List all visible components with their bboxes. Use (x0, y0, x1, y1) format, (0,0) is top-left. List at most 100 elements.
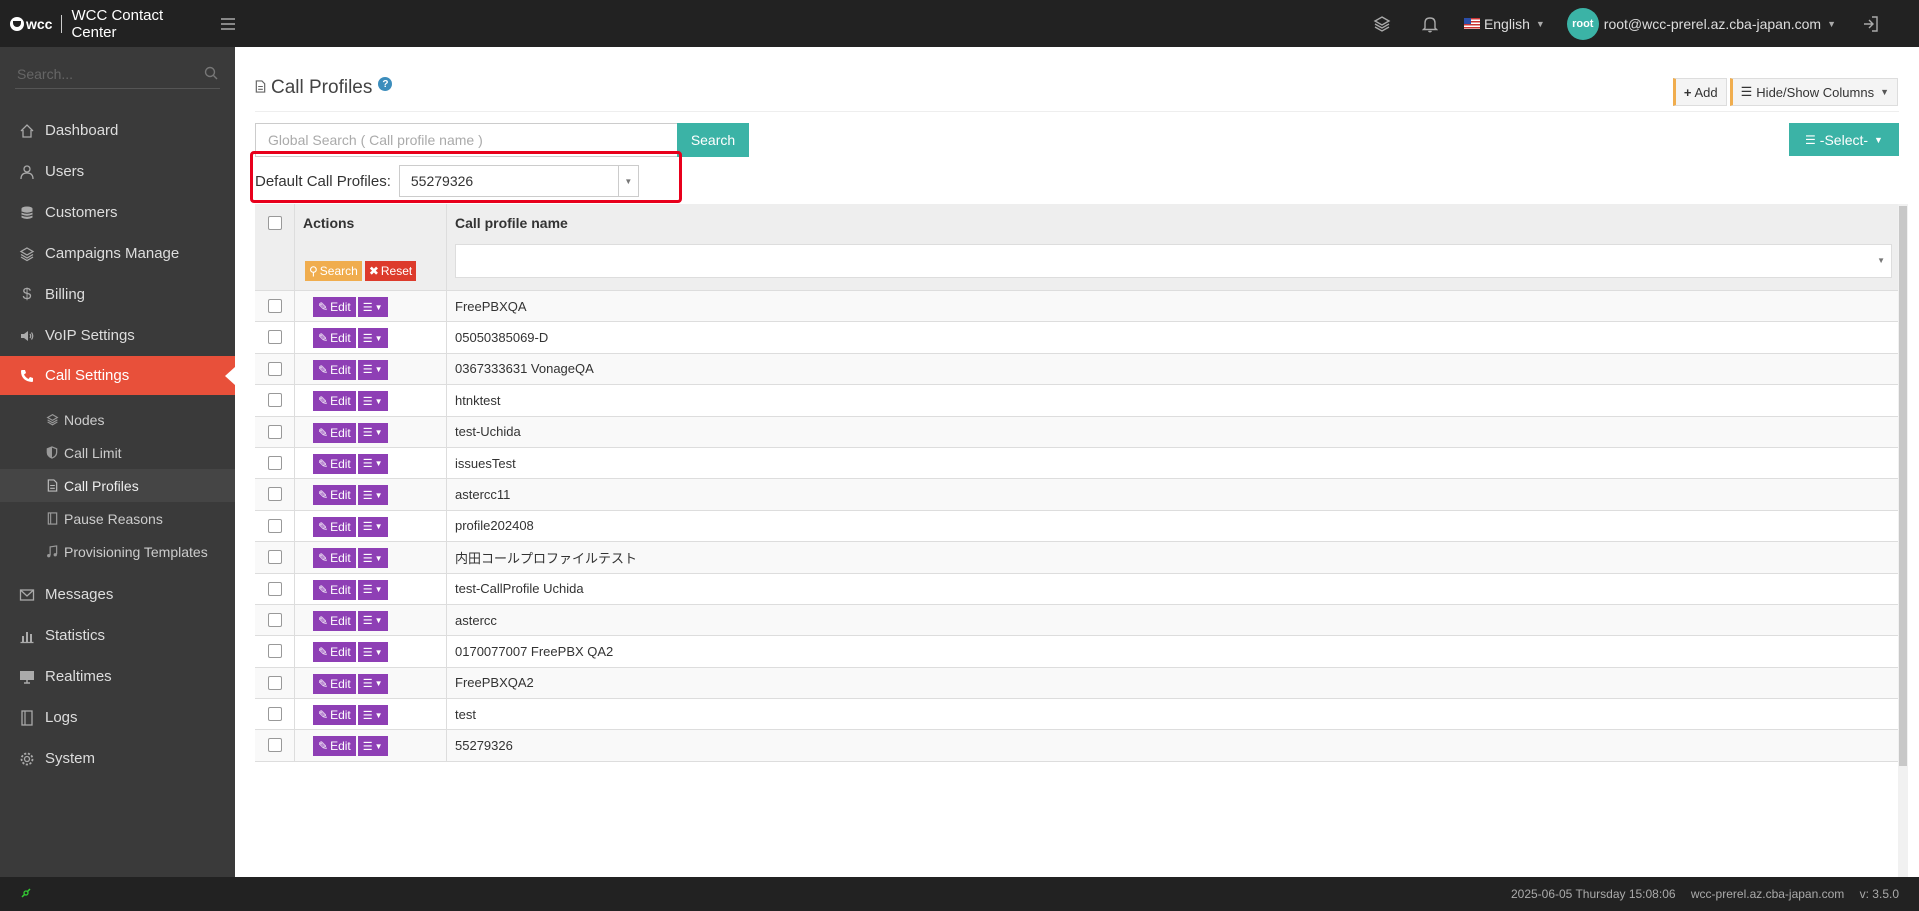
more-actions-button[interactable]: ☰ ▼ (357, 453, 388, 474)
scrollbar-thumb[interactable] (1899, 206, 1907, 766)
edit-button[interactable]: ✎ Edit (313, 610, 356, 631)
edit-button[interactable]: ✎ Edit (313, 328, 356, 349)
sidebar-subitem-call-profiles[interactable]: Call Profiles (0, 469, 235, 502)
sidebar-search (15, 59, 220, 89)
sidebar-item-customers[interactable]: Customers (0, 192, 235, 233)
add-button[interactable]: + Add (1672, 78, 1727, 106)
search-icon[interactable] (204, 66, 218, 83)
sidebar-item-voip-settings[interactable]: VoIP Settings (0, 315, 235, 356)
sidebar-item-statistics[interactable]: Statistics (0, 615, 235, 656)
sidebar-subitem-pause-reasons[interactable]: Pause Reasons (0, 502, 235, 535)
logout-icon[interactable] (1856, 9, 1886, 39)
database-icon (18, 204, 36, 222)
more-actions-button[interactable]: ☰ ▼ (357, 422, 388, 443)
edit-label: Edit (330, 331, 351, 346)
row-checkbox[interactable] (268, 455, 282, 470)
sidebar-item-campaigns-manage[interactable]: Campaigns Manage (0, 233, 235, 274)
default-call-profiles-select[interactable]: 55279326 ▼ (398, 165, 639, 197)
filter-reset-button[interactable]: ✖ Reset (364, 261, 417, 281)
more-actions-button[interactable]: ☰ ▼ (357, 736, 388, 757)
row-checkbox[interactable] (268, 738, 282, 753)
row-checkbox[interactable] (268, 487, 282, 502)
more-actions-button[interactable]: ☰ ▼ (357, 328, 388, 349)
table-row: ✎ Edit ☰ ▼ test (255, 699, 1898, 731)
edit-button[interactable]: ✎ Edit (313, 485, 356, 506)
language-selector[interactable]: English ▼ (1463, 16, 1545, 32)
row-checkbox[interactable] (268, 581, 282, 596)
menu-toggle-icon[interactable] (221, 17, 235, 30)
chevron-down-icon: ▼ (374, 333, 383, 343)
edit-button[interactable]: ✎ Edit (313, 359, 356, 380)
help-icon[interactable]: ? (378, 77, 393, 91)
edit-button[interactable]: ✎ Edit (313, 673, 356, 694)
sidebar-item-logs[interactable]: Logs (0, 697, 235, 738)
row-checkbox[interactable] (268, 330, 282, 345)
edit-button[interactable]: ✎ Edit (313, 297, 356, 317)
edit-button[interactable]: ✎ Edit (313, 736, 356, 757)
edit-button[interactable]: ✎ Edit (313, 516, 356, 537)
bell-icon[interactable] (1415, 9, 1445, 39)
more-actions-button[interactable]: ☰ ▼ (357, 673, 388, 694)
more-actions-button[interactable]: ☰ ▼ (357, 642, 388, 663)
row-checkbox[interactable] (268, 675, 282, 690)
edit-button[interactable]: ✎ Edit (313, 422, 356, 443)
sidebar-subitem-nodes[interactable]: Nodes (0, 403, 235, 436)
call-profile-name-filter[interactable]: ▼ (455, 244, 1892, 278)
more-actions-button[interactable]: ☰ ▼ (357, 705, 388, 726)
row-actions-cell: ✎ Edit ☰ ▼ (295, 573, 447, 604)
edit-button[interactable]: ✎ Edit (313, 705, 356, 726)
edit-button[interactable]: ✎ Edit (313, 453, 356, 474)
row-checkbox[interactable] (268, 518, 282, 533)
sidebar-search-input[interactable] (15, 59, 205, 89)
sidebar-subitem-call-limit[interactable]: Call Limit (0, 436, 235, 469)
actions-header: Actions (303, 215, 355, 231)
sidebar-item-billing[interactable]: $ Billing (0, 274, 235, 315)
more-actions-button[interactable]: ☰ ▼ (357, 359, 388, 380)
edit-icon: ✎ (318, 708, 329, 723)
sidebar-item-realtimes[interactable]: Realtimes (0, 656, 235, 697)
sidebar-item-system[interactable]: System (0, 738, 235, 779)
row-checkbox[interactable] (268, 393, 282, 408)
sidebar-item-dashboard[interactable]: Dashboard (0, 110, 235, 151)
more-actions-button[interactable]: ☰ ▼ (357, 485, 388, 506)
select-all-checkbox[interactable] (268, 216, 282, 230)
sidebar-item-users[interactable]: Users (0, 151, 235, 192)
more-actions-button[interactable]: ☰ ▼ (357, 391, 388, 412)
row-checkbox[interactable] (268, 424, 282, 439)
call-profile-name-cell: astercc11 (455, 487, 511, 503)
connection-icon (20, 887, 32, 902)
more-actions-button[interactable]: ☰ ▼ (357, 297, 388, 317)
layers-icon[interactable] (1367, 9, 1397, 39)
more-actions-button[interactable]: ☰ ▼ (357, 516, 388, 537)
row-checkbox[interactable] (268, 299, 282, 313)
more-actions-button[interactable]: ☰ ▼ (357, 579, 388, 600)
row-checkbox[interactable] (268, 550, 282, 565)
book-icon (18, 709, 36, 727)
select-dropdown-button[interactable]: ☰ -Select- ▼ (1789, 123, 1899, 156)
row-checkbox[interactable] (268, 612, 282, 627)
hide-show-columns-button[interactable]: ☰ Hide/Show Columns ▼ (1729, 78, 1898, 106)
row-checkbox-cell (255, 416, 295, 447)
table-row: ✎ Edit ☰ ▼ 0170077007 FreePBX QA2 (255, 636, 1898, 668)
edit-button[interactable]: ✎ Edit (313, 642, 356, 663)
sidebar-item-messages[interactable]: Messages (0, 574, 235, 615)
edit-button[interactable]: ✎ Edit (313, 579, 356, 600)
more-actions-button[interactable]: ☰ ▼ (357, 610, 388, 631)
chevron-down-icon: ▼ (374, 365, 383, 375)
row-checkbox[interactable] (268, 707, 282, 722)
chevron-down-icon: ▼ (374, 553, 383, 563)
user-menu[interactable]: root root@wcc-prerel.az.cba-japan.com ▼ (1566, 7, 1836, 40)
edit-button[interactable]: ✎ Edit (313, 548, 356, 569)
app-logo[interactable]: wcc (10, 16, 52, 32)
more-actions-button[interactable]: ☰ ▼ (357, 548, 388, 569)
filter-search-button[interactable]: ⚲ Search (305, 261, 362, 281)
row-checkbox[interactable] (268, 644, 282, 659)
row-checkbox[interactable] (268, 361, 282, 376)
global-search-button[interactable]: Search (677, 123, 749, 157)
sidebar-item-call-settings[interactable]: Call Settings (0, 356, 235, 395)
edit-button[interactable]: ✎ Edit (313, 391, 356, 412)
brand: wcc WCC Contact Center (0, 0, 235, 47)
monitor-icon (18, 668, 36, 686)
sidebar-subitem-provisioning-templates[interactable]: Provisioning Templates (0, 535, 235, 568)
table-scrollbar[interactable] (1898, 204, 1908, 877)
